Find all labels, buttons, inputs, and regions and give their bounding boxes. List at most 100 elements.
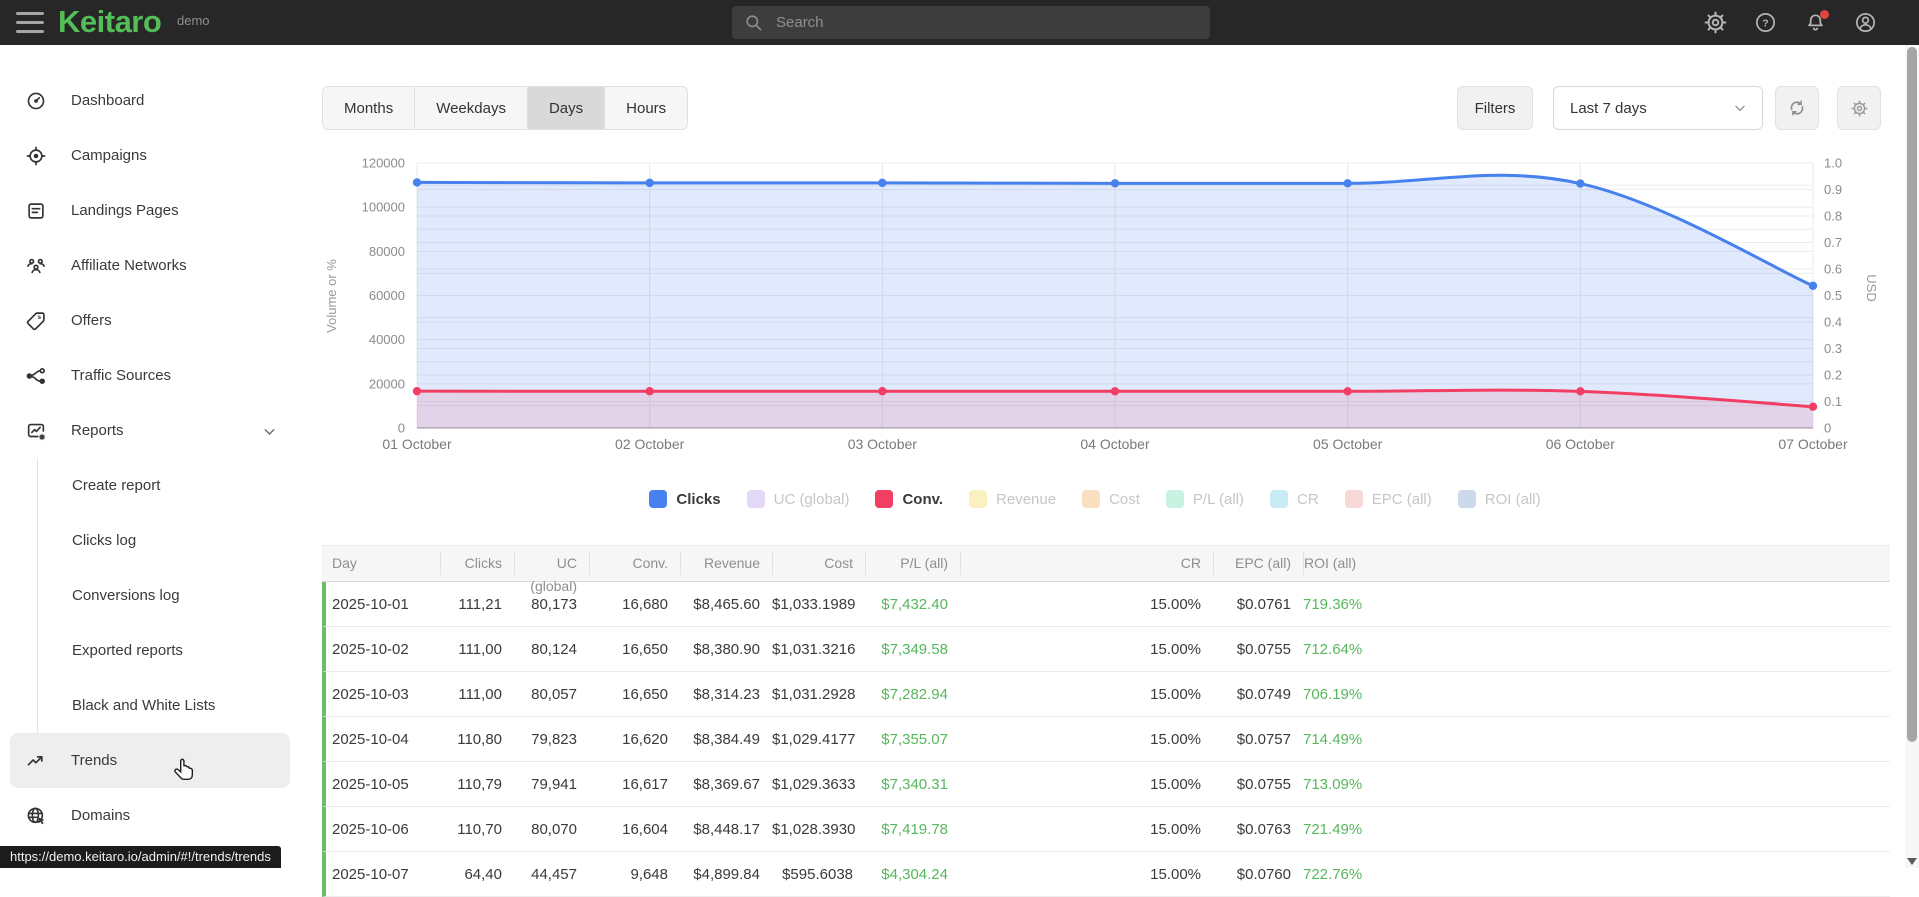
reports-icon [25,420,47,442]
legend-swatch [875,490,894,508]
cell-epc-all-: $0.0755 [1236,640,1291,658]
legend-item-p-l-all-[interactable]: P/L (all) [1165,490,1244,508]
column-header-day[interactable]: Day [322,552,440,575]
sidebar-subitem-create-report[interactable]: Create report [38,458,300,513]
main-content: Months Weekdays Days Hours Filters Last 7 d… [300,45,1905,897]
legend-swatch [649,490,668,508]
sidebar-item-offers[interactable]: s Offers [10,293,290,348]
search-box[interactable] [732,6,1210,39]
cell-roi-all-: 714.49% [1303,730,1363,748]
column-header-roi-all-[interactable]: ROI (all) [1303,552,1890,575]
sidebar-item-label: Dashboard [71,92,145,109]
sidebar-item-dashboard[interactable]: Dashboard [10,73,290,128]
legend-label: Cost [1109,490,1140,508]
table-header-row: Day Clicks UC (global) Conv. Revenue Cost P/L … [322,545,1890,594]
sidebar-item-label: Trends [71,752,118,769]
sidebar-item-reports[interactable]: Reports [10,403,290,458]
scrollbar-thumb[interactable] [1907,47,1917,742]
link-preview-statusbar: https://demo.keitaro.io/admin/#!/trends/… [0,846,281,868]
svg-text:80000: 80000 [369,244,405,259]
svg-text:0.5: 0.5 [1824,288,1842,303]
svg-text:1.0: 1.0 [1824,156,1842,171]
cell-p-l-all-: $7,419.78 [881,820,948,838]
legend-item-epc-all-[interactable]: EPC (all) [1344,490,1432,508]
cell-conv-: 16,620 [622,730,668,748]
menu-icon[interactable] [16,12,44,33]
cell-cr: 15.00% [1150,820,1201,838]
page-scrollbar[interactable] [1905,45,1919,868]
column-header-uc-global-[interactable]: UC (global) [514,552,589,594]
sidebar-item-landings-pages[interactable]: Landings Pages [10,183,290,238]
sidebar-subitem-black-and-white-lists[interactable]: Black and White Lists [38,678,300,733]
column-header-p-l-all-[interactable]: P/L (all) [865,552,960,575]
refresh-button[interactable] [1775,86,1819,130]
sidebar-subitem-clicks-log[interactable]: Clicks log [38,513,300,568]
column-header-cost[interactable]: Cost [772,552,865,575]
column-header-epc-all-[interactable]: EPC (all) [1213,552,1303,575]
scrollbar-down-arrow[interactable] [1907,858,1917,865]
cell-roi-all-: 721.49% [1303,820,1363,838]
sidebar-subitem-conversions-log[interactable]: Conversions log [38,568,300,623]
svg-text:05 October: 05 October [1313,436,1383,452]
sidebar-subitem-exported-reports[interactable]: Exported reports [38,623,300,678]
tab-weekdays[interactable]: Weekdays [415,87,528,129]
cell-clicks: 64,40 [464,865,502,883]
legend-item-roi-all-[interactable]: ROI (all) [1457,490,1541,508]
sidebar-item-domains[interactable]: Domains [10,788,290,843]
svg-text:0.6: 0.6 [1824,262,1842,277]
svg-text:0.2: 0.2 [1824,368,1842,383]
tab-months[interactable]: Months [323,87,416,129]
affiliate-networks-icon [25,255,47,277]
legend-label: Clicks [676,490,721,508]
table-row-2025-10-04: 2025-10-04 110,80 79,823 16,620 $8,384.49 $1,… [322,717,1890,762]
sidebar-item-affiliate-networks[interactable]: Affiliate Networks [10,238,290,293]
legend-swatch [1344,490,1363,508]
settings-icon[interactable] [1697,5,1733,41]
table-row-2025-10-07: 2025-10-07 64,40 44,457 9,648 $4,899.84 $595.… [322,852,1890,897]
legend-item-clicks[interactable]: Clicks [649,490,721,508]
cell-p-l-all-: $7,282.94 [881,685,948,703]
sidebar-item-campaigns[interactable]: Campaigns [10,128,290,183]
app-logo[interactable]: Keitaro [58,4,162,40]
column-header-revenue[interactable]: Revenue [680,552,772,575]
legend-item-cost[interactable]: Cost [1082,490,1140,508]
legend-item-conv-[interactable]: Conv. [875,490,943,508]
cell-revenue: $8,380.90 [693,640,760,658]
legend-item-revenue[interactable]: Revenue [969,490,1056,508]
trends-table: Day Clicks UC (global) Conv. Revenue Cost P/L … [322,545,1890,897]
legend-item-uc-global-[interactable]: UC (global) [746,490,849,508]
search-input[interactable] [774,13,1198,32]
column-header-clicks[interactable]: Clicks [440,552,514,575]
cell-conv-: 16,604 [622,820,668,838]
cell-revenue: $8,448.17 [693,820,760,838]
chart-settings-button[interactable] [1837,86,1881,130]
cell-roi-all-: 713.09% [1303,775,1363,793]
cell-cost: $595.6038 [782,865,853,883]
tab-days[interactable]: Days [527,87,606,129]
svg-text:04 October: 04 October [1080,436,1150,452]
cell-conv-: 16,650 [622,640,668,658]
filters-button[interactable]: Filters [1457,86,1533,130]
cell-epc-all-: $0.0749 [1236,685,1291,703]
svg-text:0.3: 0.3 [1824,341,1842,356]
period-tab-group: Months Weekdays Days Hours [322,86,689,130]
column-header-cr[interactable]: CR [960,552,1213,575]
column-header-conv-[interactable]: Conv. [589,552,680,575]
legend-item-cr[interactable]: CR [1270,490,1319,508]
date-range-select[interactable]: Last 7 days [1553,86,1763,130]
chevron-down-icon [1735,105,1745,112]
notifications-bell-icon[interactable] [1797,5,1833,41]
cell-epc-all-: $0.0755 [1236,775,1291,793]
dashboard-icon [25,90,47,112]
sidebar-item-traffic-sources[interactable]: Traffic Sources [10,348,290,403]
cell-conv-: 16,680 [622,595,668,613]
sidebar-item-label: Affiliate Networks [71,257,187,274]
help-icon[interactable]: ? [1747,5,1783,41]
table-row-2025-10-06: 2025-10-06 110,70 80,070 16,604 $8,448.17 $1,… [322,807,1890,852]
cell-day: 2025-10-02 [332,640,409,658]
legend-swatch [969,490,988,508]
user-avatar-icon[interactable] [1847,5,1883,41]
cell-revenue: $8,369.67 [693,775,760,793]
sidebar-item-trends[interactable]: Trends [10,733,290,788]
tab-hours[interactable]: Hours [605,87,688,129]
